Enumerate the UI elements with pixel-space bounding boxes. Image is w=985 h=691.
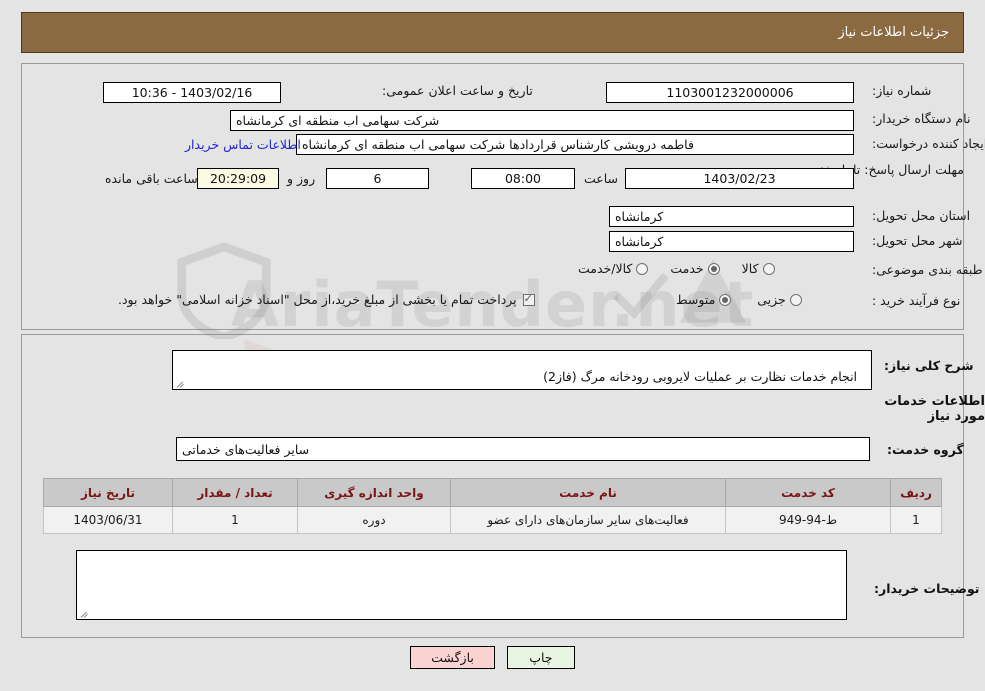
radio-indicator[interactable] bbox=[707, 262, 720, 275]
subject-category-radio-group[interactable]: کالا خدمت کالا/خدمت bbox=[578, 261, 775, 276]
col-header-radif: ردیف bbox=[890, 478, 942, 507]
announce-datetime-field[interactable]: 1403/02/16 - 10:36 bbox=[103, 82, 281, 103]
deadline-days-field[interactable]: 6 bbox=[326, 168, 429, 189]
print-button[interactable]: چاپ bbox=[506, 646, 575, 669]
buyer-org-label: نام دستگاه خریدار: bbox=[872, 111, 971, 126]
col-header-unit: واحد اندازه گیری bbox=[297, 478, 451, 507]
radio-indicator[interactable] bbox=[719, 293, 732, 306]
need-info-panel bbox=[21, 63, 964, 330]
radio-label: کالا/خدمت bbox=[578, 261, 633, 276]
process-type-radio-group[interactable]: جزیی متوسط bbox=[676, 292, 802, 307]
radio-option-kala-khedmat[interactable]: کالا/خدمت bbox=[578, 261, 649, 276]
request-creator-label-wrap: ایجاد کننده درخواست: bbox=[872, 136, 985, 151]
deadline-time-field[interactable]: 08:00 bbox=[471, 168, 575, 189]
treasury-checkbox[interactable] bbox=[522, 292, 535, 306]
col-header-qty: تعداد / مقدار bbox=[172, 478, 298, 507]
deadline-date-field[interactable]: 1403/02/23 bbox=[625, 168, 854, 189]
need-number-label-wrap: شماره نیاز: bbox=[872, 83, 931, 98]
radio-option-khedmat[interactable]: خدمت bbox=[670, 261, 720, 276]
radio-label: جزیی bbox=[757, 292, 786, 307]
page-title-bar: جزئیات اطلاعات نیاز bbox=[21, 12, 964, 53]
buyer-notes-textarea[interactable] bbox=[76, 550, 847, 620]
announce-datetime-label: تاریخ و ساعت اعلان عمومی: bbox=[382, 83, 533, 98]
radio-indicator[interactable] bbox=[636, 262, 649, 275]
subject-category-label: طبقه بندی موضوعی: bbox=[872, 262, 983, 277]
cell-qty: 1 bbox=[172, 506, 298, 534]
services-table: ردیف کد خدمت نام خدمت واحد اندازه گیری ت… bbox=[43, 478, 942, 534]
request-creator-field[interactable]: فاطمه درویشی کارشناس قراردادها شرکت سهام… bbox=[296, 134, 854, 155]
delivery-city-label-wrap: شهر محل تحویل: bbox=[872, 233, 962, 248]
action-buttons: چاپ بازگشت bbox=[0, 646, 985, 669]
table-header-row: ردیف کد خدمت نام خدمت واحد اندازه گیری ت… bbox=[43, 478, 942, 507]
buyer-contact-link[interactable]: اطلاعات تماس خریدار bbox=[185, 137, 301, 152]
back-button[interactable]: بازگشت bbox=[410, 646, 495, 669]
cell-code: ط-94-949 bbox=[725, 506, 891, 534]
col-header-date: تاریخ نیاز bbox=[43, 478, 173, 507]
treasury-checkbox-label: پرداخت تمام یا بخشی از مبلغ خرید،از محل … bbox=[118, 292, 517, 307]
cell-date: 1403/06/31 bbox=[43, 506, 173, 534]
delivery-province-label-wrap: استان محل تحویل: bbox=[872, 208, 970, 223]
cell-radif: 1 bbox=[890, 506, 942, 534]
request-creator-label: ایجاد کننده درخواست: bbox=[872, 136, 985, 151]
announce-datetime-label-wrap: تاریخ و ساعت اعلان عمومی: bbox=[382, 83, 533, 98]
need-summary-value: انجام خدمات نظارت بر عملیات لایروبی رودخ… bbox=[543, 369, 858, 384]
service-group-label: گروه خدمت: bbox=[887, 442, 964, 457]
resize-grip-icon[interactable] bbox=[80, 609, 89, 618]
need-number-field[interactable]: 1103001232000006 bbox=[606, 82, 854, 103]
process-type-label: نوع فرآیند خرید : bbox=[872, 293, 961, 308]
radio-label: کالا bbox=[741, 261, 759, 276]
radio-label: متوسط bbox=[676, 292, 716, 307]
deadline-time-label: ساعت bbox=[584, 171, 619, 186]
deadline-label-wrap: مهلت ارسال پاسخ: تا تاریخ: bbox=[819, 162, 964, 177]
cell-name: فعالیت‌های سایر سازمان‌های دارای عضو bbox=[450, 506, 726, 534]
radio-indicator[interactable] bbox=[789, 293, 802, 306]
countdown-timer-field: 20:29:09 bbox=[197, 168, 279, 189]
radio-option-jozii[interactable]: جزیی bbox=[757, 292, 802, 307]
col-header-name: نام خدمت bbox=[450, 478, 726, 507]
service-group-field[interactable]: سایر فعالیت‌های خدماتی bbox=[176, 437, 870, 461]
buyer-org-label-wrap: نام دستگاه خریدار: bbox=[872, 111, 970, 126]
countdown-label: ساعت باقی مانده bbox=[105, 171, 198, 186]
radio-label: خدمت bbox=[670, 261, 704, 276]
cell-unit: دوره bbox=[297, 506, 451, 534]
delivery-city-field[interactable]: کرمانشاه bbox=[609, 231, 854, 252]
page-title: جزئیات اطلاعات نیاز bbox=[838, 25, 949, 40]
radio-indicator[interactable] bbox=[762, 262, 775, 275]
deadline-days-label: روز و bbox=[287, 171, 316, 186]
radio-option-motevaset[interactable]: متوسط bbox=[676, 292, 732, 307]
need-summary-label: شرح کلی نیاز: bbox=[884, 358, 974, 373]
need-number-label: شماره نیاز: bbox=[872, 83, 932, 98]
resize-grip-icon[interactable] bbox=[176, 379, 185, 388]
delivery-province-field[interactable]: کرمانشاه bbox=[609, 206, 854, 227]
col-header-code: کد خدمت bbox=[725, 478, 891, 507]
table-row[interactable]: 1 ط-94-949 فعالیت‌های سایر سازمان‌های دا… bbox=[43, 506, 942, 534]
deadline-label: مهلت ارسال پاسخ: تا تاریخ: bbox=[819, 162, 964, 177]
services-section-heading: اطلاعات خدمات مورد نیاز bbox=[884, 394, 985, 424]
buyer-notes-label: توضیحات خریدار: bbox=[874, 581, 980, 596]
process-type-label-wrap: نوع فرآیند خرید : bbox=[872, 293, 960, 308]
delivery-city-label: شهر محل تحویل: bbox=[872, 233, 963, 248]
delivery-province-label: استان محل تحویل: bbox=[872, 208, 971, 223]
need-summary-textarea[interactable]: انجام خدمات نظارت بر عملیات لایروبی رودخ… bbox=[172, 350, 872, 390]
treasury-bond-option[interactable]: پرداخت تمام یا بخشی از مبلغ خرید،از محل … bbox=[118, 292, 535, 307]
subject-category-label-wrap: طبقه بندی موضوعی: bbox=[872, 262, 983, 277]
radio-option-kala[interactable]: کالا bbox=[742, 261, 775, 276]
buyer-org-field[interactable]: شرکت سهامی اب منطقه ای کرمانشاه bbox=[230, 110, 854, 131]
